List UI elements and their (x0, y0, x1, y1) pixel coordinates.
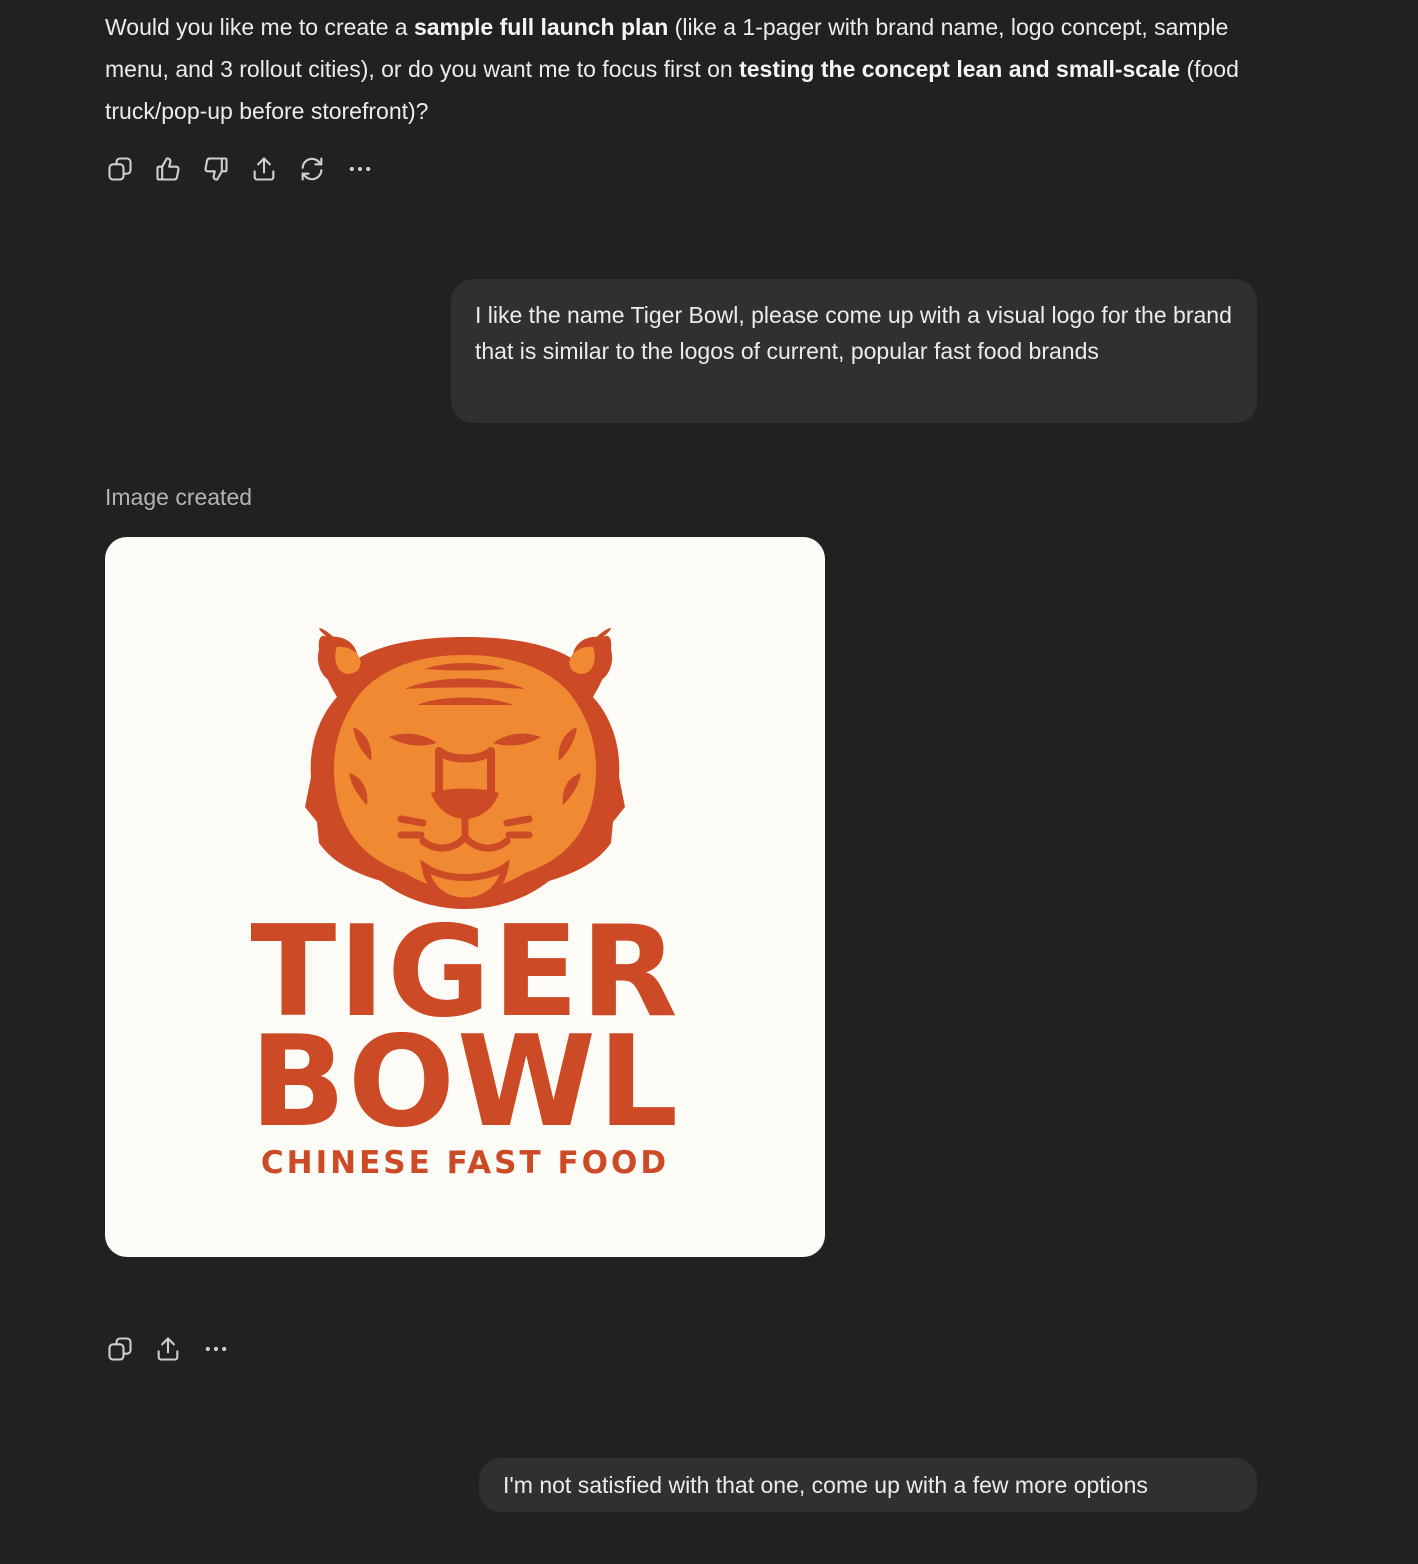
user-message: I like the name Tiger Bowl, please come … (451, 279, 1257, 423)
share-button[interactable] (153, 1332, 183, 1366)
user-message: I'm not satisfied with that one, come up… (479, 1458, 1257, 1512)
assistant-message: Would you like me to create a sample ful… (105, 6, 1265, 132)
regenerate-button[interactable] (297, 152, 327, 186)
image-created-label: Image created (105, 484, 253, 510)
logo-tagline: CHINESE FAST FOOD (260, 1145, 670, 1181)
share-icon (253, 157, 275, 181)
generated-image[interactable]: TIGER BOWL CHINESE FAST FOOD (105, 537, 825, 1257)
copy-button[interactable] (105, 1332, 135, 1366)
logo-word-bowl: BOWL (249, 1008, 681, 1155)
assistant-text-bold: sample full launch plan (413, 14, 669, 40)
copy-icon (108, 157, 132, 181)
copy-button[interactable] (105, 152, 135, 186)
thumbs-up-icon (156, 157, 180, 181)
tiger-head-icon (305, 628, 625, 909)
message-actions (105, 152, 375, 186)
regenerate-icon (301, 157, 323, 181)
assistant-text-bold: testing the concept lean and small-scale (739, 56, 1181, 82)
more-button[interactable] (345, 152, 375, 186)
thumbs-down-icon (204, 157, 228, 181)
thumbs-up-button[interactable] (153, 152, 183, 186)
thumbs-down-button[interactable] (201, 152, 231, 186)
more-icon (349, 166, 371, 172)
chat-page: Would you like me to create a sample ful… (0, 0, 1418, 1564)
share-button[interactable] (249, 152, 279, 186)
share-icon (157, 1337, 179, 1361)
assistant-text-part: Would you like me to create a (105, 14, 414, 40)
copy-icon (108, 1337, 132, 1361)
more-icon (205, 1346, 227, 1352)
image-actions (105, 1332, 231, 1366)
more-button[interactable] (201, 1332, 231, 1366)
